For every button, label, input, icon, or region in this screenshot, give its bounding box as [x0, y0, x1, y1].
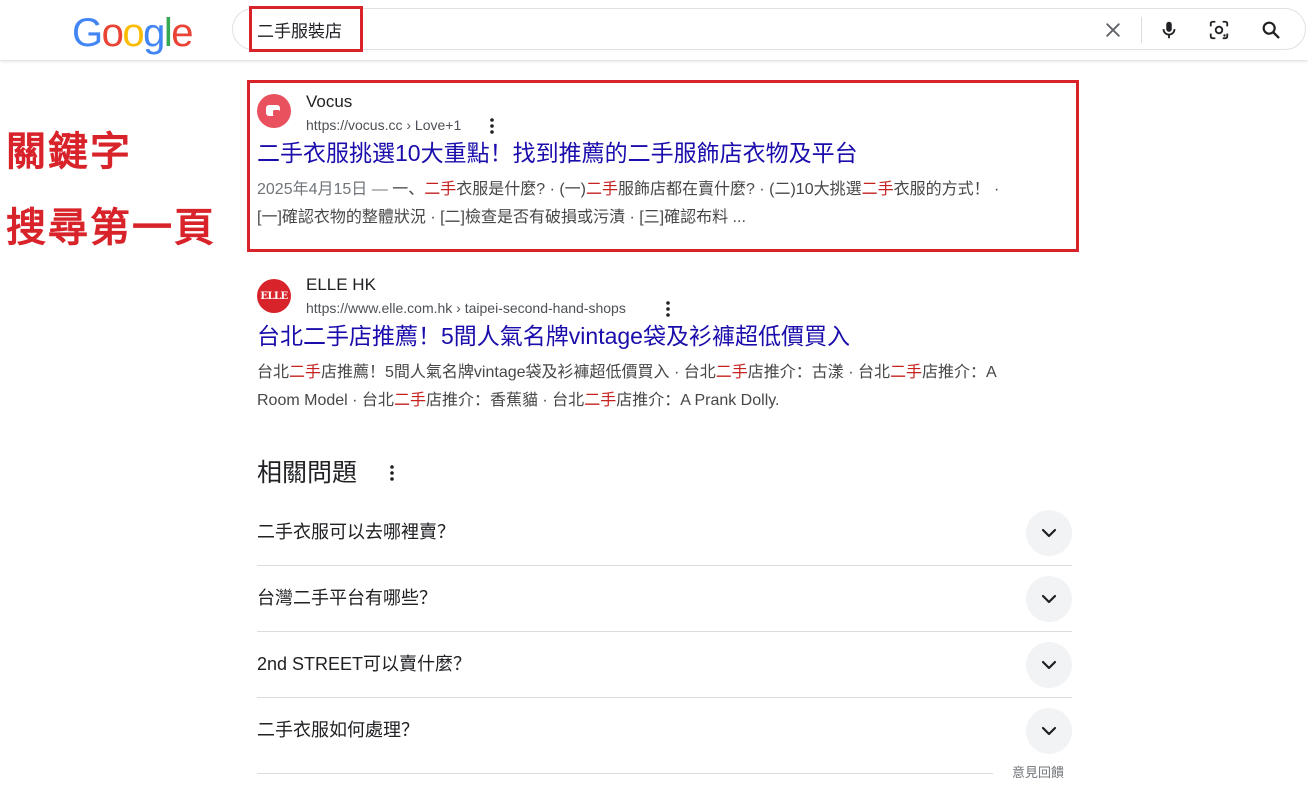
result-site-name[interactable]: ELLE HK — [306, 275, 376, 295]
elle-favicon-label: ELLE — [260, 290, 288, 302]
more-options-icon[interactable] — [660, 299, 676, 319]
related-question-text: 2nd STREET可以賣什麼？ — [257, 654, 472, 674]
snippet-text: 店推介：A Prank Dolly. — [616, 392, 780, 409]
search-divider — [1141, 17, 1142, 43]
related-question-text: 二手衣服可以去哪裡賣？ — [257, 522, 455, 542]
snippet-line: 台北二手店推薦！5間人氣名牌vintage袋及衫褲超低價買入 · 台北二手店推介… — [257, 359, 1077, 387]
snippet-keyword: 二手 — [393, 392, 426, 409]
result-url[interactable]: https://www.elle.com.hk › taipei-second-… — [306, 299, 626, 317]
result-title-link[interactable]: 台北二手店推薦！5間人氣名牌vintage袋及衫褲超低價買入 — [257, 321, 850, 351]
snippet-keyword: 二手 — [289, 364, 322, 381]
feedback-link[interactable]: 意見回饋 — [1012, 765, 1064, 781]
logo-letter: l — [163, 11, 173, 55]
search-header: Google — [0, 0, 1308, 60]
logo-letter: e — [171, 11, 193, 55]
search-icon[interactable] — [1259, 18, 1283, 42]
query-highlight-box — [249, 6, 363, 52]
search-result-elle: ELLE ELLE HK https://www.elle.com.hk › t… — [257, 275, 1077, 425]
snippet-keyword: 二手 — [715, 364, 748, 381]
logo-letter: g — [143, 11, 165, 55]
related-questions-title: 相關問題 — [257, 459, 358, 487]
related-questions-list: 二手衣服可以去哪裡賣？ 台灣二手平台有哪些？ 2nd STREET可以賣什麼？ … — [257, 500, 1072, 764]
result-snippet: 台北二手店推薦！5間人氣名牌vintage袋及衫褲超低價買入 · 台北二手店推介… — [257, 359, 1077, 415]
snippet-text: 店推薦！5間人氣名牌vintage袋及衫褲超低價買入 · 台北 — [321, 364, 716, 381]
related-question-item[interactable]: 2nd STREET可以賣什麼？ — [257, 632, 1072, 698]
snippet-text: 台北 — [257, 364, 290, 381]
snippet-line: Room Model · 台北二手店推介：香蕉貓 · 台北二手店推介：A Pra… — [257, 387, 1077, 415]
logo-letter: o — [122, 11, 144, 55]
snippet-keyword: 二手 — [584, 392, 617, 409]
chevron-down-icon[interactable] — [1026, 642, 1072, 688]
related-question-item[interactable]: 台灣二手平台有哪些？ — [257, 566, 1072, 632]
snippet-text: Room Model · 台北 — [257, 392, 394, 409]
lens-icon[interactable] — [1207, 18, 1231, 42]
feedback-divider — [257, 773, 993, 774]
search-box[interactable] — [232, 8, 1306, 50]
google-logo[interactable]: Google — [72, 11, 193, 55]
result-highlight-box — [247, 80, 1079, 252]
snippet-text: 店推介：A — [922, 364, 997, 381]
elle-favicon-icon[interactable]: ELLE — [257, 279, 291, 313]
related-question-text: 台灣二手平台有哪些？ — [257, 588, 437, 608]
logo-letter: G — [72, 11, 103, 55]
more-options-icon[interactable] — [384, 462, 400, 484]
chevron-down-icon[interactable] — [1026, 576, 1072, 622]
related-question-text: 二手衣服如何處理？ — [257, 720, 419, 740]
logo-letter: o — [101, 11, 124, 55]
clear-icon[interactable] — [1101, 18, 1125, 42]
annotation-first-page: 搜尋第一頁 — [6, 205, 216, 251]
snippet-text: 店推介：古漾 · 台北 — [747, 364, 890, 381]
snippet-keyword: 二手 — [890, 364, 923, 381]
annotation-keyword: 關鍵字 — [6, 129, 132, 175]
related-question-item[interactable]: 二手衣服如何處理？ — [257, 698, 1072, 764]
microphone-icon[interactable] — [1157, 18, 1181, 42]
snippet-text: 店推介：香蕉貓 · 台北 — [425, 392, 585, 409]
related-question-item[interactable]: 二手衣服可以去哪裡賣？ — [257, 500, 1072, 566]
chevron-down-icon[interactable] — [1026, 510, 1072, 556]
chevron-down-icon[interactable] — [1026, 708, 1072, 754]
